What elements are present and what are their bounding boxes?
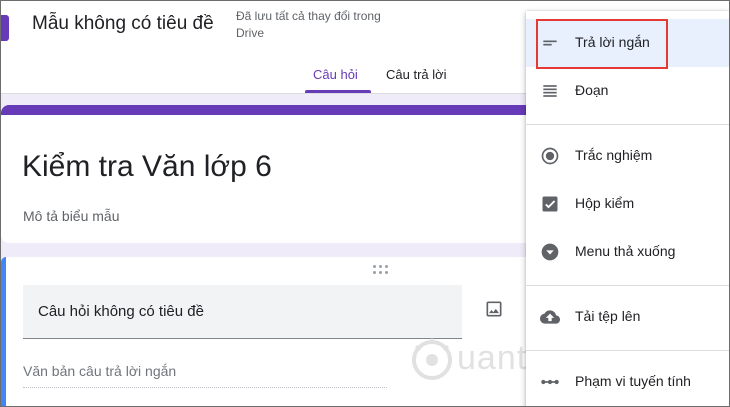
form-description-field[interactable]: Mô tả biểu mẫu [23, 208, 120, 224]
form-title[interactable]: Kiểm tra Văn lớp 6 [22, 150, 272, 184]
short-answer-placeholder: Văn bản câu trả lời ngắn [23, 363, 177, 379]
active-tab-indicator [305, 90, 371, 93]
forms-logo[interactable] [1, 15, 9, 41]
menu-item-label: Tải tệp lên [575, 308, 641, 324]
menu-item-label: Menu thả xuống [575, 243, 676, 259]
menu-item-linear-scale[interactable]: Phạm vi tuyến tính [526, 358, 729, 406]
menu-divider [526, 350, 729, 351]
menu-divider [526, 124, 729, 125]
drag-handle-icon[interactable] [373, 265, 391, 275]
menu-item-label: Trắc nghiệm [575, 147, 653, 163]
question-title-placeholder: Câu hỏi không có tiêu đề [38, 303, 204, 320]
document-title[interactable]: Mẫu không có tiêu đề [32, 13, 214, 35]
menu-item-checkboxes[interactable]: Hộp kiểm [526, 180, 729, 228]
checkbox-icon [542, 196, 558, 212]
answer-underline [23, 387, 387, 388]
menu-item-label: Hộp kiểm [575, 195, 635, 211]
menu-item-label: Đoạn [575, 82, 609, 98]
radio-button-icon [541, 147, 559, 165]
add-image-icon[interactable] [484, 299, 504, 319]
menu-item-paragraph[interactable]: Đoạn [526, 67, 729, 115]
menu-item-label: Phạm vi tuyến tính [575, 373, 691, 389]
app-frame: Mẫu không có tiêu đề Đã lưu tất cả thay … [0, 0, 730, 407]
annotation-highlight-box [536, 19, 668, 69]
cloud-upload-icon [540, 310, 560, 324]
linear-scale-icon [541, 379, 559, 385]
menu-item-file-upload[interactable]: Tải tệp lên [526, 293, 729, 341]
menu-item-dropdown[interactable]: Menu thả xuống [526, 228, 729, 276]
watermark-logo-icon [412, 338, 452, 380]
menu-item-multiple-choice[interactable]: Trắc nghiệm [526, 132, 729, 180]
question-type-menu: Trả lời ngắn Đoạn Trắc nghiệm Hộp kiểm M… [526, 11, 729, 406]
dropdown-icon [541, 243, 559, 261]
menu-divider [526, 285, 729, 286]
tab-questions[interactable]: Câu hỏi [313, 67, 358, 82]
active-card-indicator [1, 257, 6, 406]
tab-responses[interactable]: Câu trả lời [386, 67, 447, 82]
save-status: Đã lưu tất cả thay đổi trong Drive [236, 9, 381, 40]
question-title-input[interactable]: Câu hỏi không có tiêu đề [23, 285, 462, 339]
paragraph-icon [543, 85, 557, 97]
